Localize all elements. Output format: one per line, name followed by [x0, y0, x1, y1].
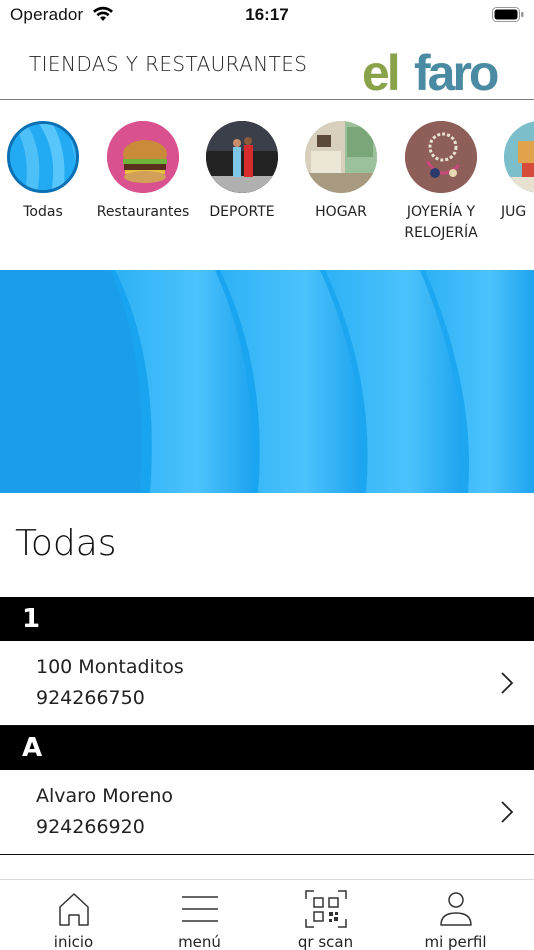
menu-icon — [181, 896, 218, 922]
elfaro-logo[interactable]: el faro — [362, 32, 510, 98]
tab-menu[interactable]: menú — [133, 880, 266, 950]
tab-label: inicio — [53, 933, 94, 950]
blue-abstract-thumbnail-icon — [7, 121, 79, 193]
profile-icon — [439, 892, 472, 926]
store-name: Alvaro Moreno — [36, 785, 173, 807]
page-title: TIENDAS Y RESTAURANTES — [29, 52, 308, 76]
tab-inicio[interactable]: inicio — [7, 880, 140, 950]
category-label: JOYERÍA Y RELOJERÍA — [404, 204, 478, 241]
qr-scan-icon — [304, 890, 347, 928]
store-row[interactable]: 100 Montaditos 924266750 — [0, 641, 534, 726]
burger-thumbnail-icon — [107, 121, 179, 193]
category-deporte[interactable]: DEPORTE — [187, 121, 297, 223]
category-label: DEPORTE — [209, 204, 275, 220]
tab-qr-scan[interactable]: qr scan — [259, 880, 392, 950]
letter-header: 1 — [0, 597, 534, 641]
category-label: Todas — [23, 204, 63, 220]
home-icon — [58, 893, 89, 926]
battery-icon — [492, 7, 524, 22]
svg-text:el: el — [362, 45, 398, 98]
tab-label: qr scan — [297, 933, 354, 950]
category-label: HOGAR — [315, 204, 367, 220]
tab-mi-perfil[interactable]: mi perfil — [389, 880, 522, 950]
jewelry-thumbnail-icon — [405, 121, 477, 193]
category-todas[interactable]: Todas — [0, 121, 98, 223]
store-row[interactable]: Alvaro Moreno 924266920 — [0, 770, 534, 855]
store-name: 100 Montaditos — [36, 656, 184, 678]
tab-label: mi perfil — [424, 933, 487, 950]
sport-people-thumbnail-icon — [206, 121, 278, 193]
blue-abstract-banner-image — [0, 270, 534, 493]
status-bar: Operador 16:17 — [0, 0, 534, 30]
hero-banner — [0, 270, 534, 493]
category-restaurantes[interactable]: Restaurantes — [88, 121, 198, 223]
store-phone: 924266920 — [36, 816, 145, 838]
category-juguetes[interactable]: JUG — [485, 121, 534, 223]
section-title: Todas — [15, 523, 117, 564]
category-label: JUG — [501, 204, 527, 220]
category-joyeria[interactable]: JOYERÍA Y RELOJERÍA — [386, 121, 496, 244]
category-hogar[interactable]: HOGAR — [286, 121, 396, 223]
living-room-thumbnail-icon — [305, 121, 377, 193]
bottom-tab-bar: inicio menú qr scan mi perfil — [0, 879, 534, 950]
chevron-right-icon — [501, 672, 514, 694]
category-carousel[interactable]: Todas Restaurantes DEPORTE HOGAR JOYERÍA… — [0, 100, 534, 270]
tab-label: menú — [178, 933, 221, 950]
letter-header: A — [0, 726, 534, 770]
category-label: Restaurantes — [96, 204, 190, 220]
clock: 16:17 — [245, 5, 289, 24]
store-phone: 924266750 — [36, 687, 145, 709]
svg-text:faro: faro — [414, 45, 498, 98]
app-header: TIENDAS Y RESTAURANTES el faro — [0, 30, 534, 100]
chevron-right-icon — [501, 801, 514, 823]
toys-thumbnail-icon — [504, 121, 534, 193]
